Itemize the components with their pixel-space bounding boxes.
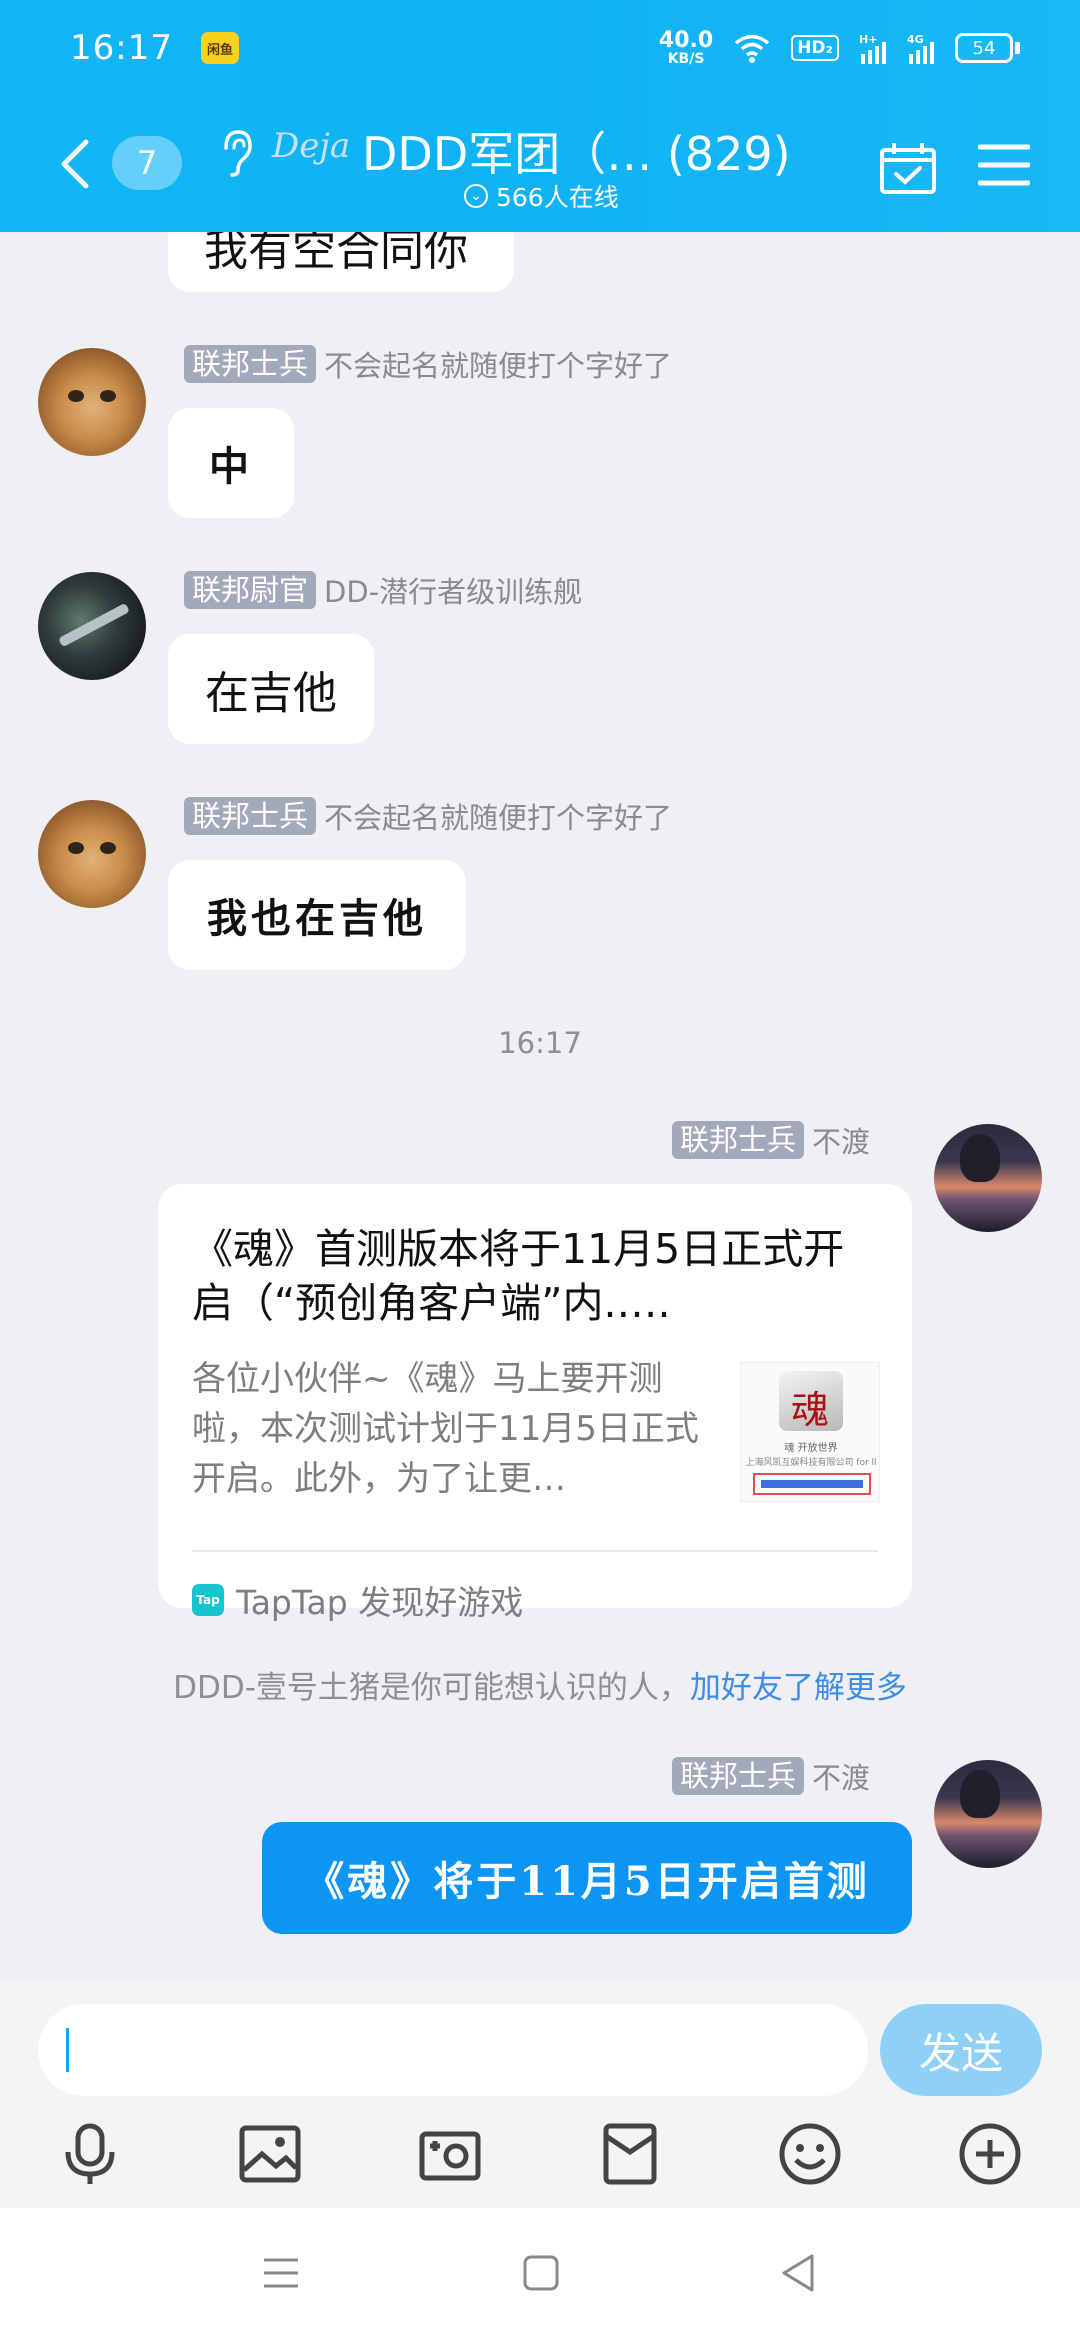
message-text: 我有空合同你	[204, 232, 468, 276]
card-divider	[192, 1550, 878, 1552]
message-bubble[interactable]: 我也在吉他	[168, 860, 466, 970]
input-bar: 发送	[0, 1980, 1080, 2208]
emoji-icon[interactable]	[776, 2120, 844, 2188]
sender-name[interactable]: 不会起名就随便打个字好了	[324, 795, 672, 837]
rank-badge: 联邦士兵	[672, 1757, 805, 1795]
system-navigation-bar	[0, 2208, 1080, 2340]
red-packet-icon[interactable]	[596, 2120, 664, 2188]
message-text: 在吉他	[205, 668, 337, 719]
card-source: Tap TapTap 发现好游戏	[192, 1576, 523, 1624]
my-avatar[interactable]	[934, 1124, 1042, 1232]
thumb-caption: 魂 开放世界	[784, 1443, 838, 1454]
group-logo: Deja	[272, 126, 351, 166]
message-bubble[interactable]: 在吉他	[168, 634, 374, 744]
back-icon[interactable]	[56, 138, 96, 190]
message-bubble-partial[interactable]: 我有空合同你	[168, 232, 514, 292]
add-friend-link[interactable]: 加好友了解更多	[690, 1670, 907, 1706]
sender-name[interactable]: DD-潜行者级训练舰	[324, 569, 582, 611]
online-count-text: 566人在线	[496, 183, 619, 212]
send-button[interactable]: 发送	[880, 2004, 1042, 2096]
signal-4g-icon: 4G	[907, 33, 934, 64]
app-notification-icon: 闲鱼	[200, 32, 239, 64]
recent-apps-icon[interactable]	[256, 2248, 306, 2298]
sender-name[interactable]: 不渡	[812, 1119, 870, 1161]
rank-badge: 联邦士兵	[184, 345, 317, 383]
message-timestamp: 16:17	[498, 1026, 582, 1060]
rank-badge: 联邦士兵	[672, 1121, 805, 1159]
chevron-down-icon: ⌄	[464, 184, 488, 208]
thumb-button	[753, 1473, 871, 1495]
menu-icon[interactable]	[978, 142, 1030, 188]
chat-nav-bar: 7 Deja DDD军团（… (829) ⌄ 566人在线	[0, 116, 1080, 216]
battery-level: 54	[955, 33, 1013, 63]
wifi-icon	[735, 34, 770, 63]
top-header: 16:17 闲鱼 40.0 KB/S HD₂ H+ 4G 54 7 Deja D…	[0, 0, 1080, 232]
sender-tag: 联邦士兵 不会起名就随便打个字好了	[184, 796, 672, 836]
input-toolbar	[0, 2112, 1080, 2202]
unread-count-badge[interactable]: 7	[112, 136, 182, 190]
my-message-bubble[interactable]: 《魂》将于11月5日开启首测	[262, 1822, 912, 1934]
system-message-text: DDD-壹号土猪是你可能想认识的人，	[173, 1670, 690, 1706]
my-avatar[interactable]	[934, 1760, 1042, 1868]
svg-text:4G: 4G	[907, 33, 924, 46]
online-count[interactable]: ⌄ 566人在线	[464, 178, 619, 214]
network-speed-value: 40.0	[658, 28, 714, 53]
calendar-check-icon[interactable]	[878, 140, 938, 196]
avatar[interactable]	[38, 348, 146, 456]
card-thumbnail: 魂 开放世界 上海风凯互娱科技有限公司 for ll	[740, 1362, 880, 1502]
message-text: 我也在吉他	[207, 895, 427, 942]
rank-badge: 联邦尉官	[184, 571, 317, 609]
network-speed-unit: KB/S	[667, 51, 705, 67]
hd-voice-icon: HD₂	[791, 35, 839, 61]
shared-link-card[interactable]: 《魂》首测版本将于11月5日正式开启（“预创角客户端”内.…. 各位小伙伴~《魂…	[158, 1184, 912, 1622]
group-title[interactable]: DDD军团（… (829)	[362, 118, 791, 184]
card-title: 《魂》首测版本将于11月5日正式开启（“预创角客户端”内.….	[192, 1225, 845, 1327]
back-nav-icon[interactable]	[774, 2248, 824, 2298]
game-logo-icon	[779, 1371, 843, 1434]
system-message: DDD-壹号土猪是你可能想认识的人，加好友了解更多	[0, 1662, 1080, 1707]
card-description: 各位小伙伴~《魂》马上要开测啦，本次测试计划于11月5日正式开启。此外，为了让更…	[192, 1359, 699, 1499]
ear-icon	[224, 130, 252, 177]
sender-name[interactable]: 不渡	[812, 1755, 870, 1797]
rank-badge: 联邦士兵	[184, 797, 317, 835]
status-bar: 16:17 闲鱼 40.0 KB/S HD₂ H+ 4G 54	[70, 26, 1020, 70]
message-input[interactable]	[38, 2004, 868, 2096]
network-speed: 40.0 KB/S	[658, 28, 714, 67]
sender-tag: 联邦士兵 不渡	[672, 1120, 870, 1160]
text-caret	[66, 2028, 69, 2072]
sender-tag: 联邦士兵 不渡	[672, 1756, 870, 1796]
message-text: 中	[209, 443, 253, 490]
chat-message-list[interactable]: 我有空合同你 联邦士兵 不会起名就随便打个字好了 中 联邦尉官 DD-潜行者级训…	[0, 232, 1080, 1980]
home-icon[interactable]	[516, 2248, 566, 2298]
sender-tag: 联邦士兵 不会起名就随便打个字好了	[184, 344, 672, 384]
plus-icon[interactable]	[956, 2120, 1024, 2188]
camera-icon[interactable]	[416, 2120, 484, 2188]
sender-name[interactable]: 不会起名就随便打个字好了	[324, 343, 672, 385]
message-bubble[interactable]: 中	[168, 408, 294, 518]
microphone-icon[interactable]	[56, 2120, 124, 2188]
svg-text:H+: H+	[859, 33, 877, 46]
signal-h-icon: H+	[859, 33, 886, 64]
sender-tag: 联邦尉官 DD-潜行者级训练舰	[184, 570, 582, 610]
card-source-text: TapTap 发现好游戏	[236, 1583, 524, 1622]
battery-indicator: 54	[955, 33, 1020, 63]
taptap-icon: Tap	[192, 1584, 224, 1616]
thumb-publisher: 上海风凯互娱科技有限公司 for ll	[745, 1458, 877, 1468]
status-time: 16:17	[70, 28, 173, 68]
battery-tip	[1015, 42, 1020, 54]
avatar[interactable]	[38, 800, 146, 908]
avatar[interactable]	[38, 572, 146, 680]
image-icon[interactable]	[236, 2120, 304, 2188]
